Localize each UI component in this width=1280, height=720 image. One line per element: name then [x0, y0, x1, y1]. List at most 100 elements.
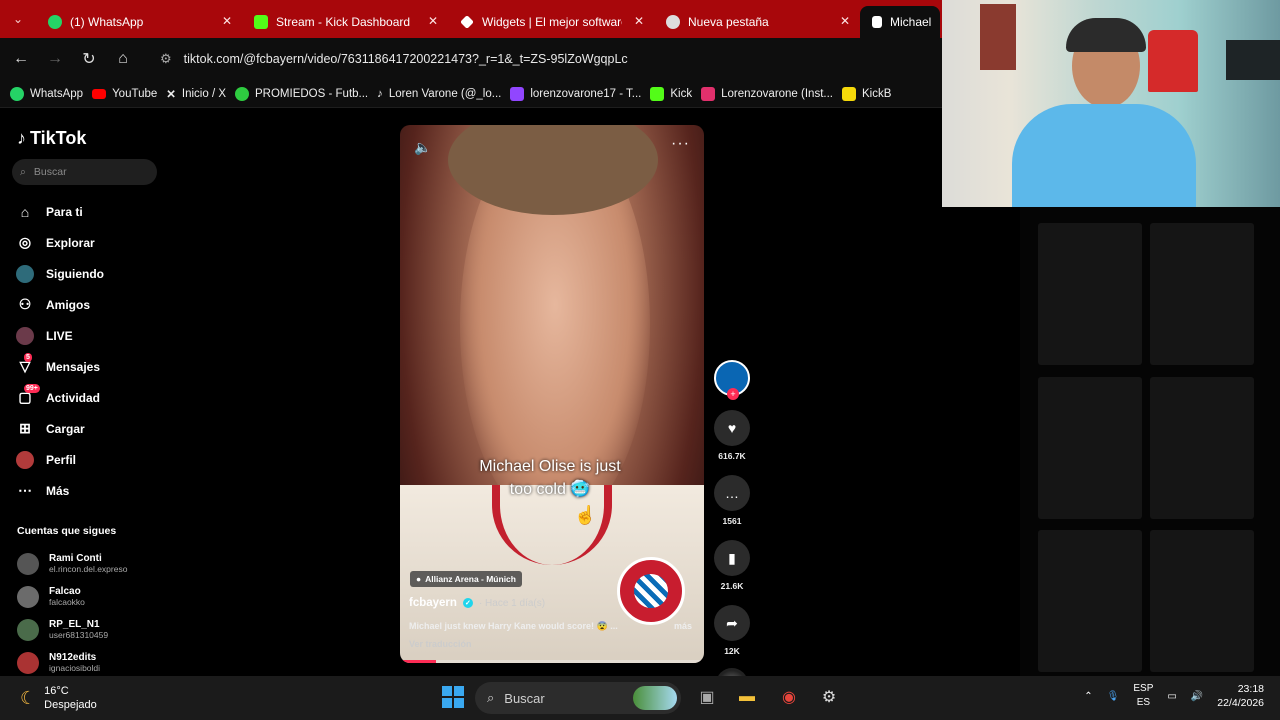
sidebar-item-label: Cargar — [46, 421, 85, 436]
weather-condition: Despejado — [44, 699, 97, 711]
creator-avatar[interactable]: + — [714, 360, 750, 400]
tiktok-sidebar: ♪ TikTok ⌕ Buscar ⌂ Para ti ◎ Explorar Sigui… — [0, 108, 170, 676]
app-icon[interactable]: ⚙ — [818, 686, 840, 708]
more-link[interactable]: más — [674, 621, 692, 631]
location-label: Allianz Arena - Múnich — [425, 574, 516, 584]
heart-icon: ♥ — [714, 410, 750, 446]
follow-plus-icon[interactable]: + — [727, 388, 739, 400]
bookmark-youtube[interactable]: YouTube — [92, 88, 166, 100]
bookmark-label: Kick — [670, 87, 693, 100]
grid-cell — [1150, 377, 1254, 519]
bookmark-kick[interactable]: Kick — [650, 86, 701, 101]
sidebar-item-perfil[interactable]: Perfil — [16, 444, 166, 475]
translate-link[interactable]: Ver traducción — [409, 639, 472, 649]
task-view-icon[interactable]: ▣ — [696, 686, 718, 708]
volume-icon[interactable]: 🔊 — [1191, 691, 1203, 702]
tab-label: Widgets | El mejor software — [482, 15, 622, 29]
comment-button[interactable]: … 1561 — [712, 475, 752, 526]
lang-code: ESP — [1133, 683, 1154, 694]
close-icon[interactable]: ✕ — [222, 14, 232, 28]
sidebar-item-live[interactable]: LIVE — [16, 320, 166, 351]
bookmark-instagram[interactable]: Lorenzovarone (Inst... — [701, 86, 842, 101]
sidebar-item-cargar[interactable]: ⊞ Cargar — [16, 413, 166, 444]
home-icon[interactable]: ⌂ — [106, 42, 140, 76]
bookmark-kickbot[interactable]: KickB — [841, 86, 900, 101]
language-indicator[interactable]: ESP ES — [1133, 682, 1153, 710]
jersey-on-wall — [1148, 30, 1198, 92]
chevron-up-icon[interactable]: ⌃ — [1084, 691, 1092, 702]
video-progress-bar[interactable] — [400, 660, 704, 663]
sidebar-item-label: Perfil — [46, 452, 77, 467]
chrome-icon[interactable]: ◉ — [778, 686, 800, 708]
tab-whatsapp[interactable]: (1) WhatsApp ✕ — [36, 6, 242, 38]
microphone-icon[interactable]: 🎙 — [1107, 691, 1120, 702]
bookmark-twitch[interactable]: lorenzovarone17 - T... — [510, 86, 650, 101]
close-icon[interactable]: ✕ — [840, 14, 850, 28]
tiktok-logo[interactable]: ♪ TikTok — [17, 128, 86, 149]
x-icon: ✕ — [166, 88, 176, 101]
sidebar-item-mas[interactable]: ⋯ Más — [16, 475, 166, 506]
bookmark-whatsapp[interactable]: WhatsApp — [10, 86, 92, 101]
tab-tiktok[interactable]: Michael — [860, 6, 940, 38]
video-account[interactable]: fcbayern ✓ · Hace 1 día(s) — [409, 597, 545, 609]
sidebar-item-label: Amigos — [46, 297, 91, 312]
save-count: 21.6K — [720, 581, 744, 591]
following-item[interactable]: N912edits ignaciosiboldi — [17, 646, 127, 679]
start-button[interactable] — [442, 686, 464, 708]
bookmark-label: WhatsApp — [30, 87, 84, 100]
tab-widgets[interactable]: Widgets | El mejor software ✕ — [448, 6, 654, 38]
like-button[interactable]: ♥ 616.7K — [712, 410, 752, 461]
bookmark-tiktok[interactable]: ♪ Loren Varone (@_lo... — [377, 88, 510, 100]
location-tag[interactable]: ● Allianz Arena - Múnich — [410, 571, 522, 587]
url-text: tiktok.com/@fcbayern/video/7631186417200… — [183, 52, 628, 66]
network-icon[interactable]: ▭ — [1167, 691, 1176, 702]
close-icon[interactable]: ✕ — [428, 14, 438, 28]
more-options-icon[interactable]: ··· — [671, 135, 690, 153]
reload-icon[interactable]: ↻ — [72, 42, 106, 76]
poster — [980, 4, 1016, 70]
clock[interactable]: 23:18 22/4/2026 — [1217, 682, 1264, 710]
sidebar-item-actividad[interactable]: ▢ 99+ Actividad — [16, 382, 166, 413]
bookmark-x[interactable]: ✕ Inicio / X — [166, 87, 235, 101]
sidebar-item-mensajes[interactable]: ▽ 5 Mensajes — [16, 351, 166, 382]
profile-icon — [16, 450, 34, 469]
following-item[interactable]: Falcao falcaokko — [17, 580, 127, 613]
site-info-icon[interactable]: ⚙ — [160, 51, 172, 67]
comment-count: 1561 — [722, 516, 742, 526]
kickbot-icon — [841, 86, 856, 101]
tab-search-button[interactable]: ⌄ — [0, 0, 36, 38]
forward-icon[interactable]: → — [38, 42, 72, 76]
bookmark-promiedos[interactable]: PROMIEDOS - Futb... — [235, 86, 377, 101]
video-actions: + ♥ 616.7K … 1561 ▮ 21.6K ➦ 12K — [712, 360, 752, 700]
whatsapp-icon — [48, 15, 62, 29]
taskbar-search[interactable]: ⌕ Buscar — [475, 682, 681, 714]
windows-taskbar: ☾ 16°C Despejado ⌕ Buscar ▣ ▬ ◉ ⚙ ⌃ 🎙 ESP E… — [0, 676, 1280, 720]
sidebar-item-amigos[interactable]: ⚇ Amigos — [16, 289, 166, 320]
search-icon: ⌕ — [487, 690, 495, 705]
tab-new-tab[interactable]: Nueva pestaña ✕ — [654, 6, 860, 38]
kick-icon — [254, 15, 268, 29]
tiktok-icon: ♪ — [17, 128, 26, 148]
account-name: RP_EL_N1 — [49, 619, 100, 630]
sidebar-item-explorar[interactable]: ◎ Explorar — [16, 227, 166, 258]
weather-widget[interactable]: ☾ 16°C Despejado — [20, 684, 97, 712]
following-item[interactable]: RP_EL_N1 user681310459 — [17, 613, 127, 646]
sidebar-item-siguiendo[interactable]: Siguiendo — [16, 258, 166, 289]
account-user: el.rincon.del.expreso — [49, 564, 128, 574]
following-item[interactable]: Rami Conti el.rincon.del.expreso — [17, 547, 127, 580]
sidebar-item-para-ti[interactable]: ⌂ Para ti — [16, 196, 166, 227]
promiedos-icon — [235, 86, 250, 101]
lang-layout: ES — [1136, 697, 1151, 708]
back-icon[interactable]: ← — [4, 42, 38, 76]
search-input[interactable]: ⌕ Buscar — [12, 159, 157, 185]
tab-kick[interactable]: Stream - Kick Dashboard ✕ — [242, 6, 448, 38]
video-player[interactable]: 🔈 ··· Michael Olise is just too cold 🥶 ●… — [400, 125, 704, 663]
close-icon[interactable]: ✕ — [634, 14, 644, 28]
file-explorer-icon[interactable]: ▬ — [736, 686, 758, 708]
chrome-icon — [666, 15, 680, 29]
share-button[interactable]: ➦ 12K — [712, 605, 752, 656]
volume-icon[interactable]: 🔈 — [414, 139, 431, 156]
save-button[interactable]: ▮ 21.6K — [712, 540, 752, 591]
sidebar-item-label: Siguiendo — [46, 266, 104, 281]
tiktok-icon — [872, 16, 882, 28]
